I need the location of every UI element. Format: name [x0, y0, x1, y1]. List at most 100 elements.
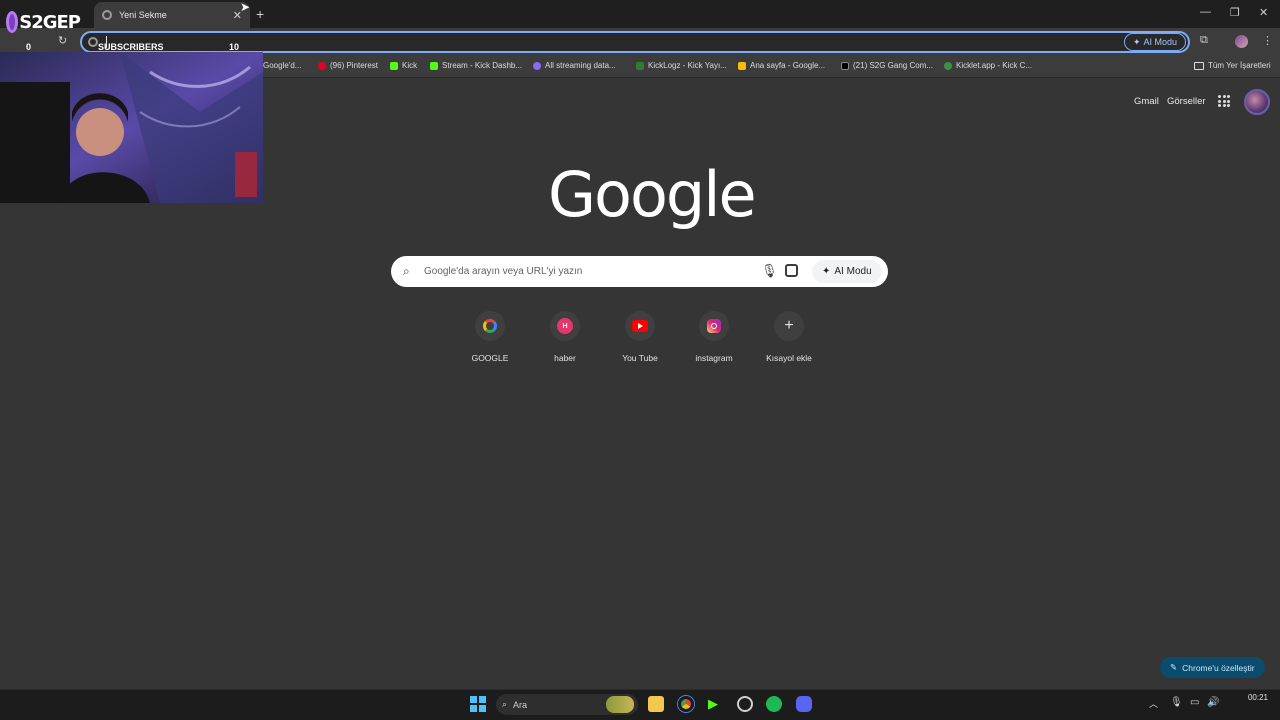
clock[interactable]: 00:21: [1240, 693, 1268, 702]
file-explorer-icon[interactable]: [648, 696, 664, 712]
window-close-button[interactable]: ✕: [1259, 6, 1268, 19]
images-link[interactable]: Görseller: [1167, 96, 1206, 107]
search-icon: ⌕: [502, 699, 508, 709]
pencil-icon: ✎: [1170, 662, 1178, 672]
search-input[interactable]: [424, 263, 744, 280]
shortcut-tile[interactable]: H haber: [533, 311, 597, 363]
bookmark-label: All streaming data...: [545, 61, 616, 70]
new-tab-button[interactable]: +: [256, 6, 264, 22]
restore-button[interactable]: ❐: [1230, 6, 1240, 19]
stream-app-icon[interactable]: ▶: [708, 696, 724, 712]
ai-mode-button[interactable]: ✦ AI Modu: [1124, 33, 1187, 51]
shortcut-label: GOOGLE: [471, 353, 509, 363]
gmail-link[interactable]: Gmail: [1134, 96, 1159, 107]
subscriber-count-goal: 10: [229, 42, 240, 52]
pinterest-icon: [318, 61, 326, 70]
all-bookmarks-button[interactable]: Tüm Yer İşaretleri: [1194, 61, 1271, 70]
kick-icon: [390, 61, 398, 70]
taskbar-search-label: Ara: [513, 699, 528, 710]
haber-icon: H: [557, 318, 573, 334]
folder-icon: [1194, 61, 1204, 70]
shortcut-label: Kısayol ekle: [766, 353, 812, 363]
bookmark-label: Stream - Kick Dashb...: [442, 61, 523, 70]
shortcut-icon-bg: [625, 311, 655, 341]
bookmark-item[interactable]: Google'd...: [263, 61, 301, 70]
streaming-icon: [533, 61, 541, 70]
chevron-up-icon[interactable]: ︿: [1149, 697, 1158, 710]
shortcut-icon-bg: +: [774, 311, 804, 341]
bookmark-label: Ana sayfa - Google...: [750, 61, 826, 70]
all-bookmarks-label: Tüm Yer İşaretleri: [1208, 61, 1271, 70]
ai-search-icon: ✦: [1133, 36, 1141, 47]
customize-chrome-button[interactable]: ✎ Chrome'u özelleştir: [1160, 657, 1265, 678]
google-icon: [88, 37, 98, 47]
eye-icon: [6, 11, 19, 33]
instagram-icon: [707, 319, 721, 333]
bookmark-item[interactable]: Kicklet.app - Kick C...: [944, 61, 1032, 70]
shortcut-icon-bg: [475, 311, 505, 341]
customize-label: Chrome'u özelleştir: [1182, 662, 1255, 673]
plus-icon: +: [784, 317, 794, 334]
display-icon[interactable]: ▭: [1190, 697, 1199, 708]
ai-mode-search-button[interactable]: ✦ AI Modu: [812, 260, 882, 283]
bookmark-label: Google'd...: [263, 61, 302, 70]
microphone-icon[interactable]: 🎙: [1170, 697, 1183, 708]
account-avatar[interactable]: [1244, 89, 1270, 115]
ai-mode-label: AI Modu: [1143, 37, 1178, 47]
search-highlight-image: [606, 696, 634, 713]
search-icon: ⌕: [403, 264, 410, 278]
tab-new-tab[interactable]: Yeni Sekme ✕: [94, 2, 250, 28]
chrome-icon: [102, 10, 112, 20]
google-logo: Google: [548, 158, 757, 231]
bookmark-label: (21) S2G Gang Com...: [853, 61, 934, 70]
mouse-cursor-icon: ➤: [240, 0, 251, 14]
shortcut-icon-bg: H: [550, 311, 580, 341]
bookmark-label: Kick: [402, 61, 418, 70]
subscriber-count-current: 0: [26, 42, 32, 52]
ai-mode-search-label: AI Modu: [834, 266, 872, 277]
windows-start-icon[interactable]: [470, 696, 486, 712]
drive-icon: [738, 61, 746, 70]
add-shortcut-tile[interactable]: + Kısayol ekle: [757, 311, 821, 363]
extensions-icon[interactable]: ⧉: [1200, 34, 1208, 47]
shortcut-tile[interactable]: GOOGLE: [458, 311, 522, 363]
subscribers-label: SUBSCRIBERS: [98, 42, 164, 52]
shortcut-icon-bg: [699, 311, 729, 341]
bookmark-label: (96) Pinterest: [330, 61, 379, 70]
chrome-taskbar-icon[interactable]: [678, 696, 694, 712]
shortcut-label: You Tube: [622, 353, 658, 363]
kick-icon: [430, 61, 438, 70]
bookmark-item[interactable]: (21) S2G Gang Com...: [841, 61, 933, 70]
spotify-icon[interactable]: [766, 696, 782, 712]
volume-icon[interactable]: 🔊: [1207, 697, 1219, 708]
kicklogz-icon: [636, 61, 644, 70]
bookmark-item[interactable]: Stream - Kick Dashb...: [430, 61, 522, 70]
bookmark-item[interactable]: KickLogz - Kick Yayı...: [636, 61, 727, 70]
profile-avatar[interactable]: [1235, 35, 1248, 48]
minimize-button[interactable]: —: [1200, 6, 1211, 18]
microphone-icon[interactable]: 🎙: [761, 263, 778, 279]
youtube-icon: [632, 320, 648, 332]
shortcut-tile[interactable]: You Tube: [608, 311, 672, 363]
shortcut-tile[interactable]: instagram: [682, 311, 746, 363]
google-icon: [483, 319, 497, 333]
bookmark-item[interactable]: (96) Pinterest: [318, 61, 378, 70]
menu-icon[interactable]: ⋮: [1262, 34, 1273, 47]
address-bar[interactable]: [80, 31, 1190, 53]
apps-grid-icon[interactable]: [1218, 95, 1230, 107]
bookmark-item[interactable]: Ana sayfa - Google...: [738, 61, 825, 70]
taskbar-search[interactable]: ⌕ Ara: [496, 694, 638, 715]
app-icon[interactable]: [737, 696, 753, 712]
bookmark-label: Kicklet.app - Kick C...: [956, 61, 1033, 70]
bookmark-item[interactable]: Kick: [390, 61, 417, 70]
webcam-image: [0, 52, 263, 203]
channel-logo-text: S2GEP: [19, 11, 81, 33]
webcam-overlay: [0, 52, 263, 203]
channel-logo: S2GEP: [6, 4, 81, 40]
shortcut-label: haber: [554, 353, 576, 363]
x-icon: [841, 61, 849, 70]
bookmark-item[interactable]: All streaming data...: [533, 61, 616, 70]
lens-icon[interactable]: [785, 264, 798, 277]
search-box[interactable]: ⌕ 🎙 ✦ AI Modu: [391, 256, 888, 287]
discord-icon[interactable]: [796, 696, 812, 712]
